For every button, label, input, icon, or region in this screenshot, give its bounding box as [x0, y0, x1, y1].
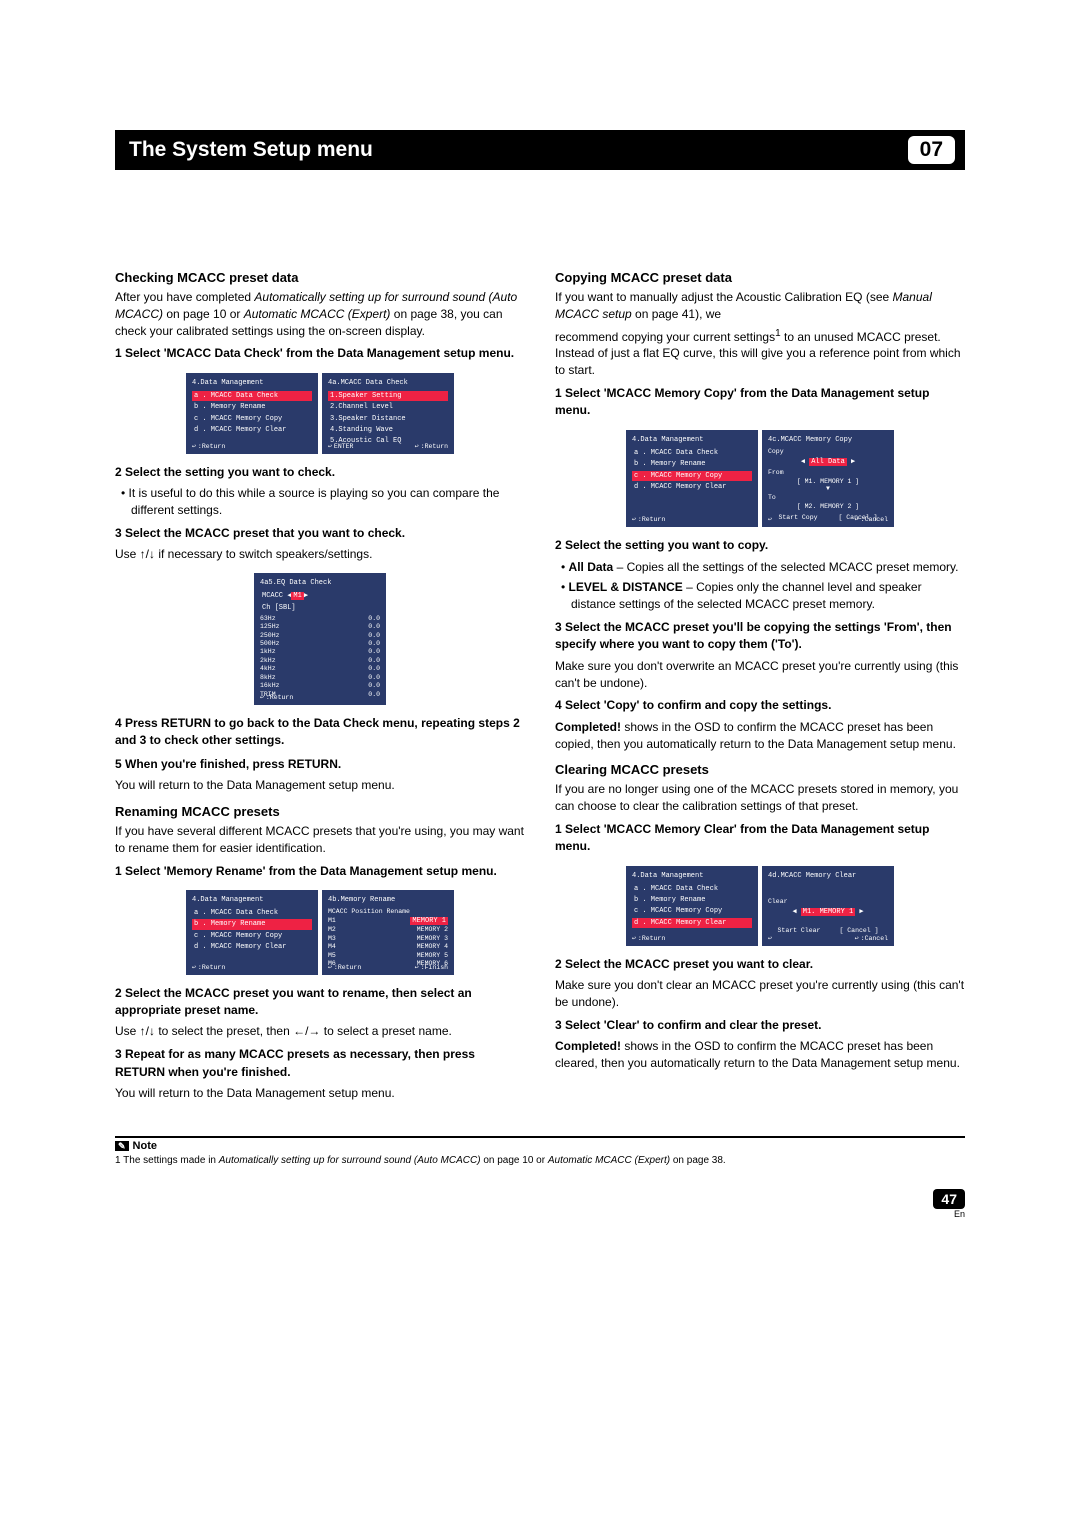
- osd-data-check: 4a.MCACC Data Check 1.Speaker Setting 2.…: [322, 373, 454, 454]
- osd-data-management: 4.Data Management a . MCACC Data Check b…: [626, 430, 758, 527]
- bullet: It is useful to do this while a source i…: [131, 485, 525, 519]
- note-label: Note: [115, 1140, 157, 1152]
- right-column: Copying MCACC preset data If you want to…: [555, 260, 965, 1106]
- page-footer: 47 En: [115, 1171, 965, 1219]
- body-paragraph: If you have several different MCACC pres…: [115, 823, 525, 857]
- bullet: LEVEL & DISTANCE – Copies only the chann…: [571, 579, 965, 613]
- step: 4 Press RETURN to go back to the Data Ch…: [115, 715, 525, 750]
- body-paragraph: Completed! shows in the OSD to confirm t…: [555, 1038, 965, 1072]
- chapter-number: 07: [908, 136, 955, 164]
- section-title: Copying MCACC preset data: [555, 270, 965, 285]
- osd-pair: 4.Data Management a . MCACC Data Check b…: [115, 890, 525, 975]
- osd-single: 4a5.EQ Data Check MCACC ◀ M1 ▶ Ch [SBL] …: [115, 573, 525, 705]
- section-title: Renaming MCACC presets: [115, 804, 525, 819]
- osd-data-management: 4.Data Management a . MCACC Data Check b…: [186, 890, 318, 975]
- step: 3 Repeat for as many MCACC presets as ne…: [115, 1046, 525, 1081]
- body-paragraph: Make sure you don't overwrite an MCACC p…: [555, 658, 965, 692]
- step: 4 Select 'Copy' to confirm and copy the …: [555, 697, 965, 714]
- step: 1 Select 'MCACC Data Check' from the Dat…: [115, 345, 525, 362]
- osd-data-management: 4.Data Management a . MCACC Data Check b…: [626, 866, 758, 946]
- section-title: Clearing MCACC presets: [555, 762, 965, 777]
- body-paragraph: If you want to manually adjust the Acous…: [555, 289, 965, 323]
- osd-memory-copy: 4c.MCACC Memory Copy Copy ◀ All Data ▶ F…: [762, 430, 894, 527]
- osd-data-management: 4.Data Management a . MCACC Data Check b…: [186, 373, 318, 454]
- chapter-header: The System Setup menu 07: [115, 130, 965, 170]
- osd-pair: 4.Data Management a . MCACC Data Check b…: [555, 430, 965, 527]
- step: 2 Select the setting you want to copy.: [555, 537, 965, 554]
- step: 5 When you're finished, press RETURN.: [115, 756, 525, 773]
- body-paragraph: You will return to the Data Management s…: [115, 1085, 525, 1102]
- osd-memory-clear: 4d.MCACC Memory Clear Clear ◀ M1. MEMORY…: [762, 866, 894, 946]
- osd-eq-table: 63Hz0.0 125Hz0.0 250Hz0.0 500Hz0.0 1kHz0…: [260, 615, 380, 699]
- osd-memory-rename: 4b.Memory Rename MCACC Position Rename M…: [322, 890, 454, 975]
- left-column: Checking MCACC preset data After you hav…: [115, 260, 525, 1106]
- bullet: All Data – Copies all the settings of th…: [571, 559, 965, 576]
- note-icon: [115, 1140, 133, 1152]
- step: 2 Select the MCACC preset you want to re…: [115, 985, 525, 1020]
- note-rule: [115, 1136, 965, 1138]
- step: 3 Select the MCACC preset that you want …: [115, 525, 525, 542]
- body-paragraph: Use ↑/↓ to select the preset, then ←/→ t…: [115, 1023, 525, 1040]
- body-paragraph: Make sure you don't clear an MCACC prese…: [555, 977, 965, 1011]
- content-columns: Checking MCACC preset data After you hav…: [115, 260, 965, 1106]
- osd-eq-check: 4a5.EQ Data Check MCACC ◀ M1 ▶ Ch [SBL] …: [254, 573, 386, 705]
- step: 3 Select 'Clear' to confirm and clear th…: [555, 1017, 965, 1034]
- body-paragraph: If you are no longer using one of the MC…: [555, 781, 965, 815]
- body-paragraph: Use ↑/↓ if necessary to switch speakers/…: [115, 546, 525, 563]
- step: 1 Select 'MCACC Memory Clear' from the D…: [555, 821, 965, 856]
- chapter-title: The System Setup menu: [115, 138, 373, 162]
- body-paragraph: After you have completed Automatically s…: [115, 289, 525, 339]
- section-title: Checking MCACC preset data: [115, 270, 525, 285]
- body-paragraph: Completed! shows in the OSD to confirm t…: [555, 719, 965, 753]
- step: 2 Select the MCACC preset you want to cl…: [555, 956, 965, 973]
- step: 1 Select 'Memory Rename' from the Data M…: [115, 863, 525, 880]
- step: 3 Select the MCACC preset you'll be copy…: [555, 619, 965, 654]
- osd-pair: 4.Data Management a . MCACC Data Check b…: [115, 373, 525, 454]
- osd-pair: 4.Data Management a . MCACC Data Check b…: [555, 866, 965, 946]
- page-lang: En: [115, 1209, 965, 1219]
- step: 2 Select the setting you want to check.: [115, 464, 525, 481]
- body-paragraph: You will return to the Data Management s…: [115, 777, 525, 794]
- step: 1 Select 'MCACC Memory Copy' from the Da…: [555, 385, 965, 420]
- body-paragraph: recommend copying your current settings1…: [555, 327, 965, 379]
- page-number: 47: [933, 1189, 965, 1209]
- footnote: 1 The settings made in Automatically set…: [115, 1154, 965, 1167]
